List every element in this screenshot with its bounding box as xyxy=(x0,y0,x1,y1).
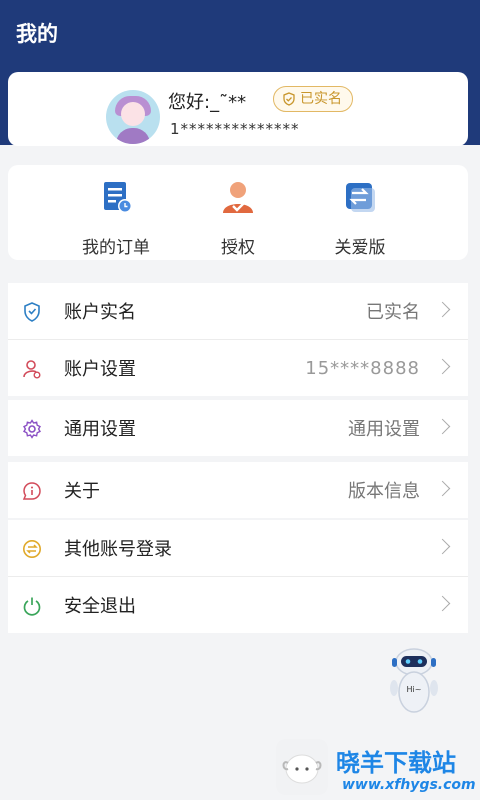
settings-group-account: 账户实名 已实名 账户设置 15****8888 xyxy=(8,283,468,396)
row-label: 账户实名 xyxy=(64,302,136,323)
row-label: 安全退出 xyxy=(64,596,136,617)
phone-masked: 1************** xyxy=(170,120,300,138)
quick-authorize-label: 授权 xyxy=(221,238,255,258)
page-title: 我的 xyxy=(16,22,58,46)
row-account-realname[interactable]: 账户实名 已实名 xyxy=(8,283,468,340)
verified-badge: 已实名 xyxy=(273,86,353,112)
watermark-url: www.xfhygs.com xyxy=(342,777,476,793)
row-about[interactable]: 关于 版本信息 xyxy=(8,462,468,518)
row-value: 版本信息 xyxy=(348,481,420,502)
shield-id-icon xyxy=(24,302,40,322)
chevron-right-icon xyxy=(434,418,451,435)
row-general-settings[interactable]: 通用设置 通用设置 xyxy=(8,400,468,456)
quick-orders-label: 我的订单 xyxy=(82,238,150,258)
row-value: 15****8888 xyxy=(305,357,420,379)
chevron-right-icon xyxy=(434,480,451,497)
watermark-title: 晓羊下载站 xyxy=(336,749,456,777)
avatar[interactable] xyxy=(106,90,160,144)
power-icon xyxy=(23,597,41,616)
switch-account-icon xyxy=(23,540,41,558)
row-value: 已实名 xyxy=(366,302,420,323)
quick-care-mode-label: 关爱版 xyxy=(334,238,386,258)
row-label: 关于 xyxy=(64,481,100,502)
chevron-right-icon xyxy=(434,538,451,555)
row-value: 通用设置 xyxy=(348,419,420,440)
chevron-right-icon xyxy=(434,301,451,318)
shield-check-icon xyxy=(283,92,295,106)
quick-care-mode[interactable]: 关爱版 xyxy=(300,179,420,258)
authorize-icon xyxy=(223,182,253,213)
row-label: 账户设置 xyxy=(64,359,136,380)
chevron-right-icon xyxy=(434,358,451,375)
sheep-logo-icon xyxy=(276,739,328,795)
row-label: 通用设置 xyxy=(64,419,136,440)
order-icon xyxy=(104,182,132,213)
care-mode-icon xyxy=(346,183,375,212)
row-label: 其他账号登录 xyxy=(64,539,172,560)
settings-group-general: 通用设置 通用设置 xyxy=(8,400,468,456)
profile-card[interactable]: 您好:_˜** 已实名 1************** xyxy=(8,72,468,146)
settings-group-session: 其他账号登录 安全退出 xyxy=(8,520,468,633)
gear-icon xyxy=(23,419,41,439)
row-logout[interactable]: 安全退出 xyxy=(8,577,468,633)
user-settings-icon xyxy=(23,360,41,379)
robot-assistant-icon[interactable]: Hi~ xyxy=(384,646,444,718)
settings-group-about: 关于 版本信息 xyxy=(8,462,468,518)
site-watermark: 晓羊下载站 www.xfhygs.com xyxy=(272,735,480,800)
row-account-settings[interactable]: 账户设置 15****8888 xyxy=(8,340,468,396)
quick-actions: 我的订单 授权 关爱版 xyxy=(8,165,468,260)
verified-label: 已实名 xyxy=(300,91,342,107)
quick-orders[interactable]: 我的订单 xyxy=(56,179,176,258)
greeting-text: 您好:_˜** xyxy=(168,92,247,113)
chevron-right-icon xyxy=(434,595,451,612)
row-other-account-login[interactable]: 其他账号登录 xyxy=(8,520,468,577)
info-icon xyxy=(22,482,41,500)
robot-label: Hi~ xyxy=(407,685,422,694)
quick-authorize[interactable]: 授权 xyxy=(178,179,298,258)
